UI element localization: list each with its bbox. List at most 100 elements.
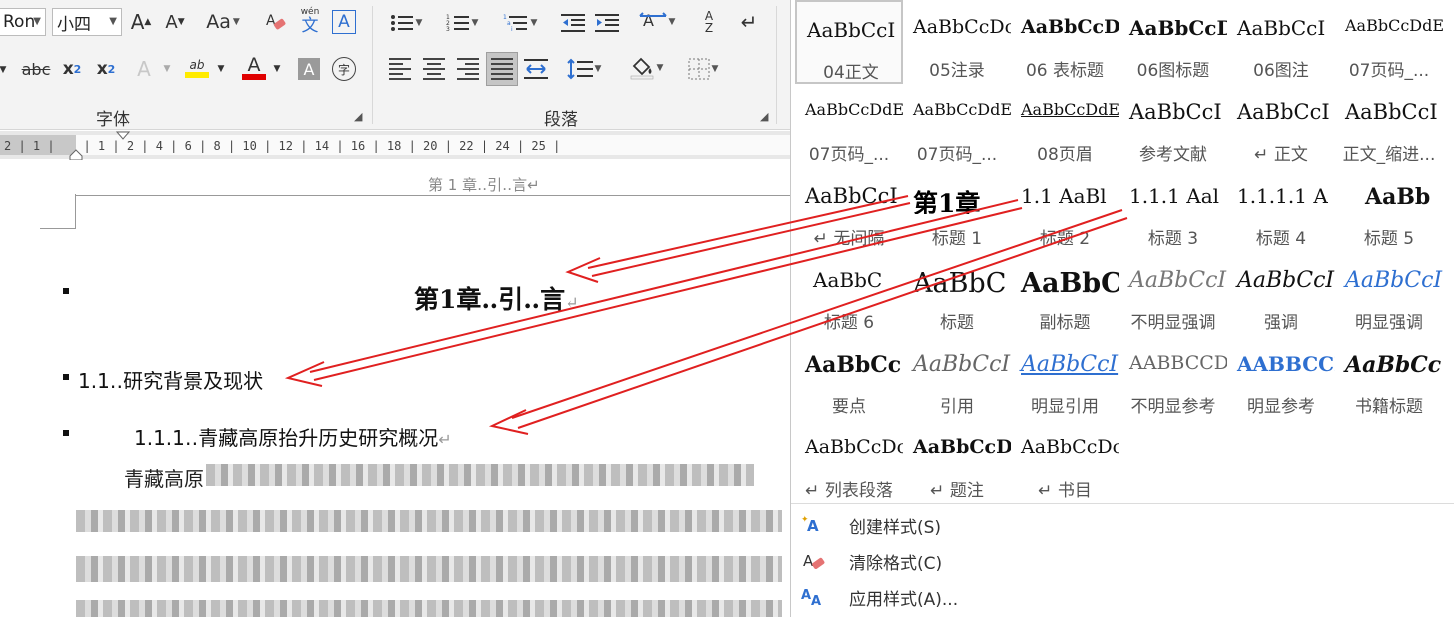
line-spacing-button[interactable]: ▼ <box>562 56 606 82</box>
style-gallery-item[interactable]: AaBbCcD 06图标题 <box>1119 0 1227 84</box>
numbering-icon: 1 2 3 <box>446 14 469 33</box>
paragraph-dialog-launcher-icon[interactable]: ◢ <box>760 110 768 123</box>
style-gallery-item[interactable]: AaBbCcDc ↵ 书目 <box>1011 420 1119 504</box>
style-gallery-item[interactable]: AaBbCcDdEe 08页眉 <box>1011 84 1119 168</box>
style-name: 书籍标题 <box>1355 397 1423 417</box>
horizontal-ruler[interactable]: 2 | 1 | | 1 | 2 | 4 | 6 | 8 | 10 | 12 | … <box>0 131 790 161</box>
style-gallery-item[interactable]: 1.1.1.1 A 标题 4 <box>1227 168 1335 252</box>
style-preview: AaBbCcI <box>913 352 1011 377</box>
change-case-button[interactable]: Aa ▼ <box>200 10 246 34</box>
page-header[interactable]: 第 1 章‥引‥言↵ <box>428 174 540 195</box>
style-gallery-item[interactable]: AaBbCcI ↵ 无间隔 <box>795 168 903 252</box>
clear-formatting-button[interactable]: A <box>262 10 290 34</box>
first-line-indent-marker-icon[interactable] <box>116 131 130 141</box>
style-gallery-item[interactable]: AaBbCcI 参考文献 <box>1119 84 1227 168</box>
chevron-down-icon: ▼ <box>33 16 41 27</box>
chevron-down-icon[interactable]: ▼ <box>0 58 8 82</box>
align-center-button[interactable] <box>420 56 448 82</box>
numbering-button[interactable]: 1 2 3 ▼ <box>442 10 482 36</box>
character-border-button[interactable]: A <box>332 10 356 34</box>
style-preview: AaBbCcDdEe <box>1021 100 1119 119</box>
align-left-button[interactable] <box>386 56 414 82</box>
justify-icon <box>491 58 513 80</box>
phonetic-guide-button[interactable]: wén 文 <box>296 6 324 36</box>
highlight-button[interactable]: ab <box>182 54 212 82</box>
sort-button[interactable]: A Z <box>694 8 724 36</box>
font-color-button[interactable]: A <box>240 54 268 82</box>
body-paragraph-start[interactable]: 青藏高原 <box>124 463 204 492</box>
style-name: 标题 6 <box>823 313 875 333</box>
chevron-down-icon[interactable]: ▼ <box>162 56 172 82</box>
strikethrough-button[interactable]: abc <box>18 56 54 82</box>
style-gallery-item[interactable]: AaBbC 副标题 <box>1011 252 1119 336</box>
style-gallery-item[interactable]: AaBbC 标题 <box>903 252 1011 336</box>
style-gallery-item[interactable]: AaBb 标题 5 <box>1335 168 1443 252</box>
text-effects-button[interactable]: A <box>130 56 158 82</box>
blurred-text <box>76 510 782 532</box>
increase-indent-button[interactable] <box>594 10 620 36</box>
style-name: 06 表标题 <box>1025 61 1105 81</box>
font-size-combo[interactable]: 小四 ▼ <box>52 8 122 36</box>
apply-styles-command[interactable]: A A 应用样式(A)... <box>801 582 958 612</box>
distributed-button[interactable] <box>522 56 550 82</box>
style-gallery-item[interactable]: AaBbCcD 06 表标题 <box>1011 0 1119 84</box>
style-gallery-item[interactable]: AaBbCcI 不明显强调 <box>1119 252 1227 336</box>
style-gallery-item[interactable]: AaBbCcDdE 07页码_... <box>795 84 903 168</box>
justify-button[interactable] <box>486 52 518 86</box>
style-gallery-item[interactable]: AaBbCcI 明显强调 <box>1335 252 1443 336</box>
show-marks-button[interactable]: ↵ <box>734 8 764 36</box>
enclose-characters-button[interactable]: 字 <box>332 57 356 81</box>
style-gallery-item[interactable]: AABBCCI 明显参考 <box>1227 336 1335 420</box>
style-name: 标题 2 <box>1039 229 1091 249</box>
grow-font-button[interactable]: A ▲ <box>128 10 154 34</box>
style-gallery-item[interactable]: AaBbCcDdE 07页码_... <box>1335 0 1443 84</box>
style-gallery-item[interactable]: AaBbCcI ↵ 正文 <box>1227 84 1335 168</box>
svg-text:A: A <box>807 517 819 535</box>
style-gallery-item[interactable]: AaBbCcI 引用 <box>903 336 1011 420</box>
create-style-command[interactable]: A ✦ 创建样式(S) <box>801 510 941 540</box>
subscript-button[interactable]: x2 <box>58 56 86 82</box>
style-gallery-item[interactable]: AaBbCcI 明显引用 <box>1011 336 1119 420</box>
style-gallery-item[interactable]: AaBbCcI 04正文 <box>795 0 903 84</box>
document-page[interactable]: 第 1 章‥引‥言↵ 第1章‥引‥言↵ 1.1‥研究背景及现状 1.1.1‥青藏… <box>0 160 790 617</box>
shrink-font-button[interactable]: A ▼ <box>162 10 188 34</box>
style-gallery-item[interactable]: AaBbCcD ↵ 题注 <box>903 420 1011 504</box>
heading-1[interactable]: 第1章‥引‥言↵ <box>414 280 579 316</box>
chevron-down-icon[interactable]: ▼ <box>216 56 226 82</box>
heading-2[interactable]: 1.1‥研究背景及现状 <box>78 365 263 394</box>
style-gallery-item[interactable]: AaBbCcDc ↵ 列表段落 <box>795 420 903 504</box>
style-preview: AaBbCcD <box>913 436 1011 458</box>
bullets-button[interactable]: ▼ <box>386 10 426 36</box>
style-gallery-item[interactable]: AaBbCc 要点 <box>795 336 903 420</box>
style-gallery-item[interactable]: AaBbCcI 正文_缩进... <box>1335 84 1443 168</box>
clear-formatting-command[interactable]: A 清除格式(C) <box>801 546 942 576</box>
style-gallery-item[interactable]: 1.1 AaBl 标题 2 <box>1011 168 1119 252</box>
style-gallery-item[interactable]: AaBbC 标题 6 <box>795 252 903 336</box>
style-gallery-item[interactable]: 1.1.1 Aal 标题 3 <box>1119 168 1227 252</box>
style-gallery-item[interactable]: AaBbCcI 06图注 <box>1227 0 1335 84</box>
align-center-icon <box>423 58 445 80</box>
font-name-combo[interactable]: Ron ▼ <box>0 8 46 36</box>
return-mark: ↵ <box>565 293 579 312</box>
style-name: ↵ 无间隔 <box>813 229 885 249</box>
style-gallery-item[interactable]: AaBbCcI 强调 <box>1227 252 1335 336</box>
style-gallery-item[interactable]: AaBbCcDc 05注录 <box>903 0 1011 84</box>
bullets-icon <box>390 15 413 31</box>
chinese-layout-button[interactable]: A ▼ <box>634 8 680 36</box>
decrease-indent-button[interactable] <box>560 10 586 36</box>
superscript-button[interactable]: x2 <box>92 56 120 82</box>
chevron-down-icon[interactable]: ▼ <box>272 56 282 82</box>
heading-3[interactable]: 1.1.1‥青藏高原抬升历史研究概况↵ <box>134 422 452 451</box>
style-name: 07页码_... <box>1348 61 1430 81</box>
font-dialog-launcher-icon[interactable]: ◢ <box>354 110 362 123</box>
style-name: 引用 <box>940 397 974 417</box>
character-shading-button[interactable]: A <box>298 58 320 80</box>
style-gallery-item[interactable]: 第1章 标题 1 <box>903 168 1011 252</box>
style-gallery-item[interactable]: AABBCCDI 不明显参考 <box>1119 336 1227 420</box>
style-gallery-item[interactable]: AaBbCcDdE 07页码_... <box>903 84 1011 168</box>
borders-button[interactable]: ▼ <box>680 56 726 82</box>
multilevel-list-button[interactable]: 1 a i ▼ <box>498 10 542 36</box>
shading-button[interactable]: ▼ <box>624 54 668 82</box>
style-gallery-item[interactable]: AaBbCc 书籍标题 <box>1335 336 1443 420</box>
align-right-button[interactable] <box>454 56 482 82</box>
